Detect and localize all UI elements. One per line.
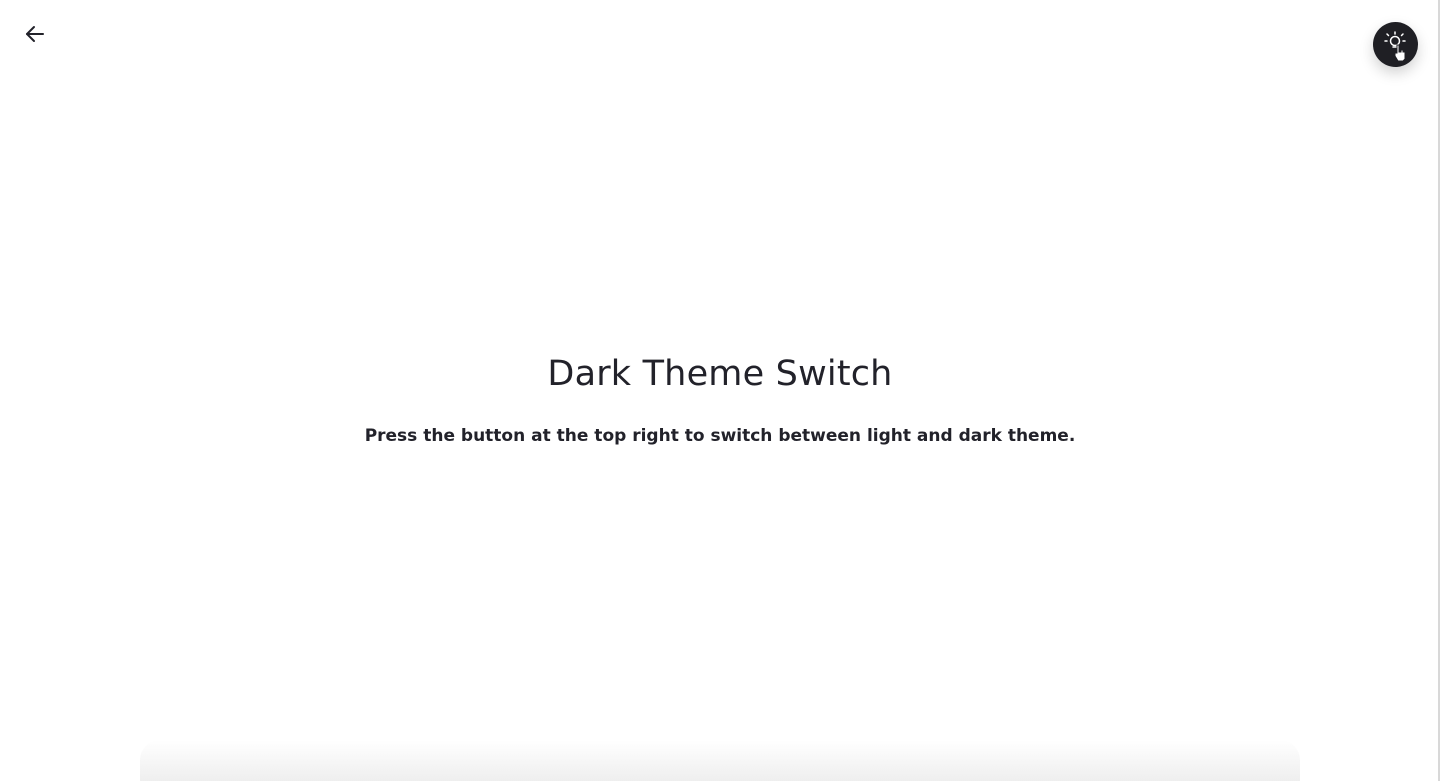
page-subtitle: Press the button at the top right to swi… xyxy=(364,426,1076,446)
main-content: Dark Theme Switch Press the button at th… xyxy=(0,350,1440,447)
theme-toggle-button[interactable] xyxy=(1373,22,1418,67)
arrow-left-icon xyxy=(23,22,47,49)
lightbulb-icon xyxy=(1383,30,1409,59)
bottom-panel-shadow xyxy=(140,740,1300,781)
back-button[interactable] xyxy=(17,17,53,53)
page: Dark Theme Switch Press the button at th… xyxy=(0,0,1440,781)
page-title: Dark Theme Switch xyxy=(547,354,893,394)
